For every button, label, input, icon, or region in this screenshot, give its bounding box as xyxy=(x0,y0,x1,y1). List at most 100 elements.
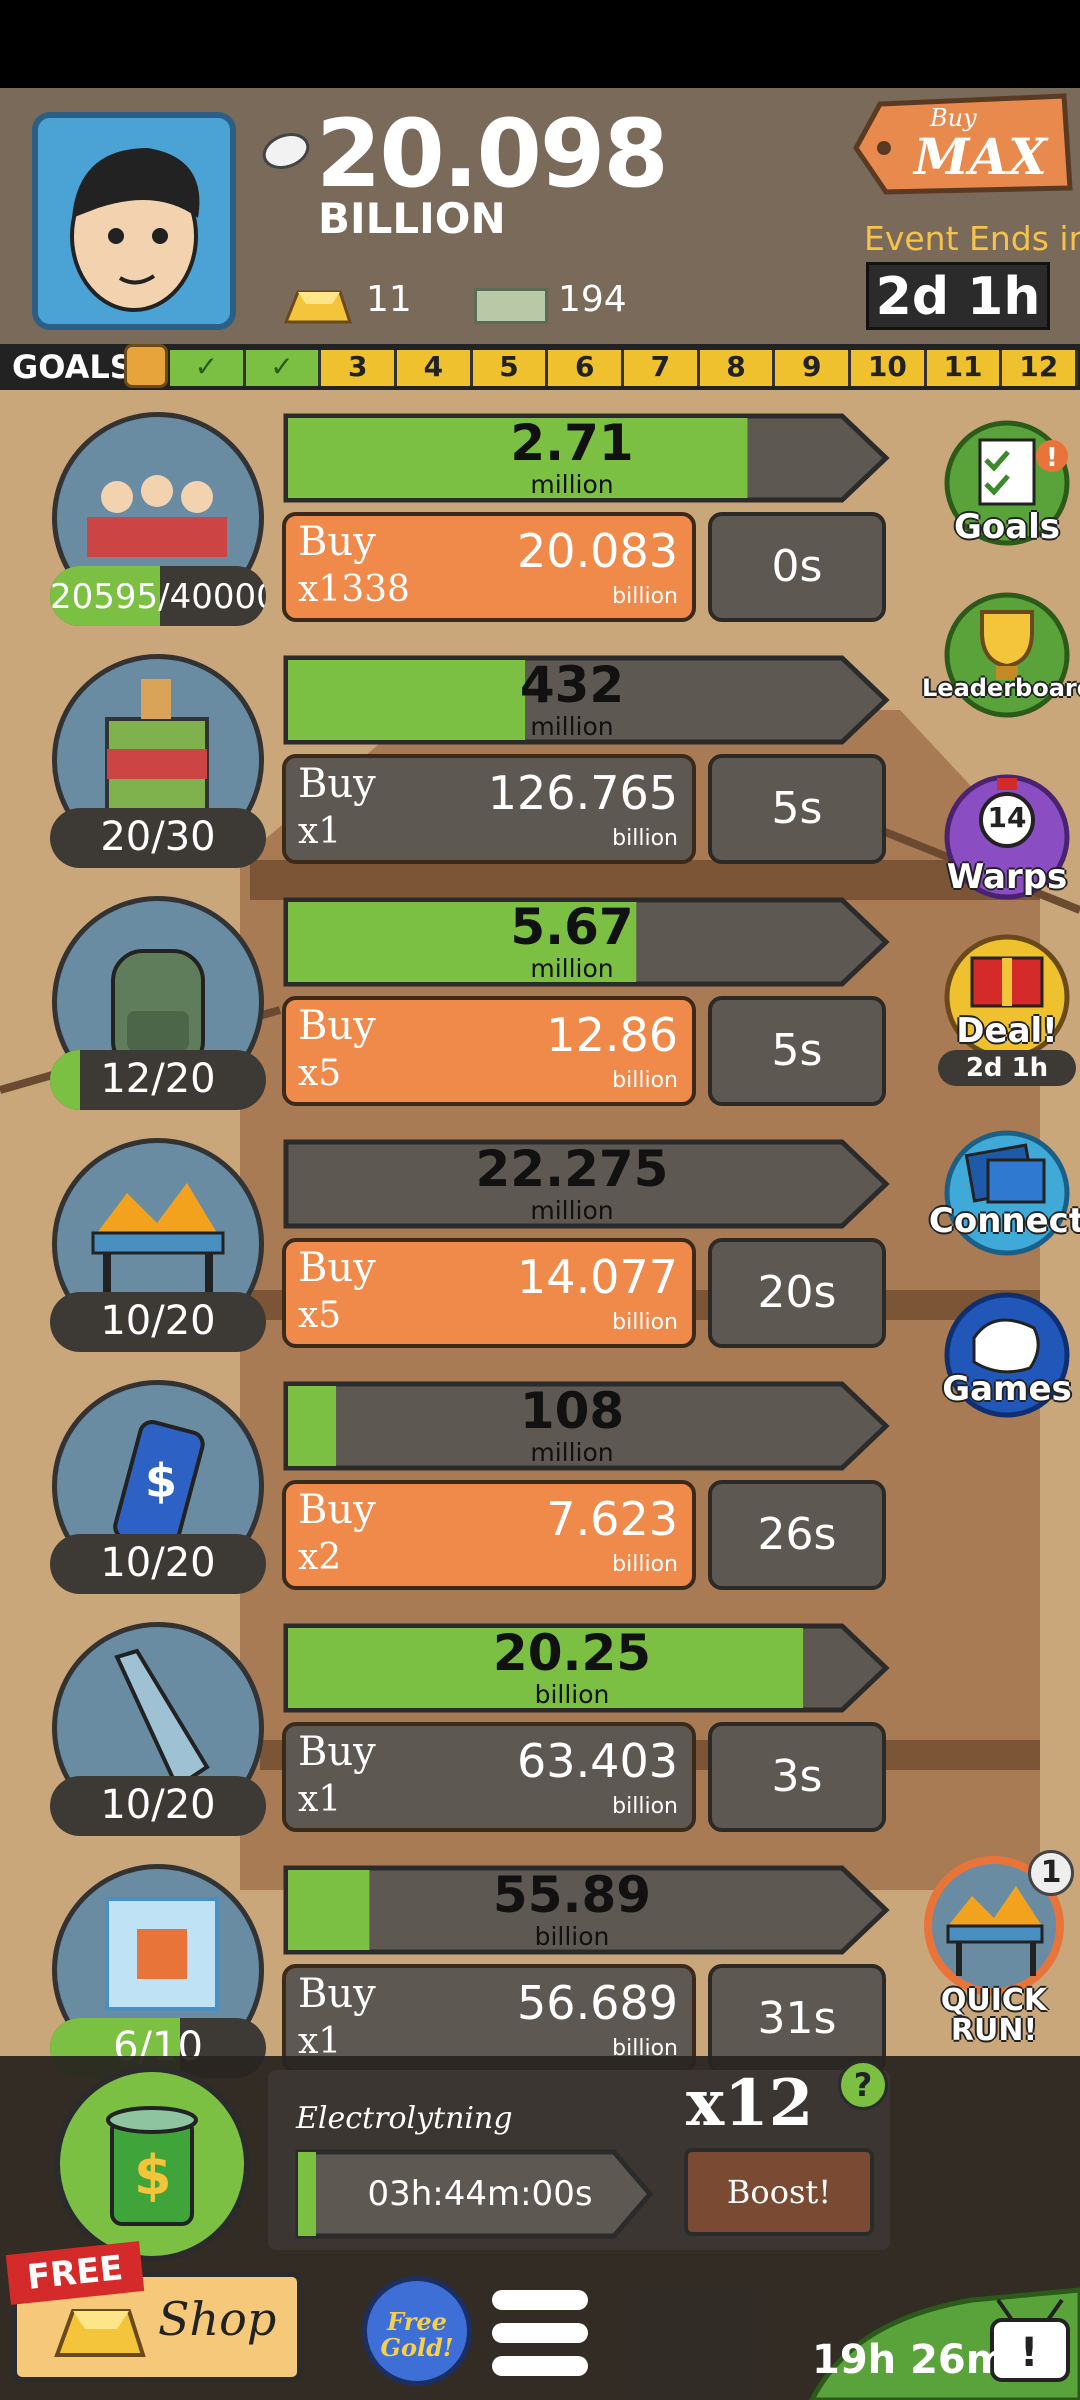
buy-price: 126.765 xyxy=(487,766,678,820)
income-progress-bar: 5.67 million xyxy=(282,896,892,988)
cycle-time: 3s xyxy=(708,1722,886,1832)
cash-bill-icon xyxy=(474,288,548,324)
status-bar xyxy=(0,0,1080,88)
free-gold-button[interactable]: Free Gold! xyxy=(362,2276,472,2386)
buy-button[interactable]: Buy x5 14.077 billion xyxy=(282,1238,696,1348)
goal-step-11: 11 xyxy=(926,350,1003,386)
income-unit: million xyxy=(530,712,614,741)
deal-timer: 2d 1h xyxy=(938,1050,1076,1086)
boost-button[interactable]: Boost! xyxy=(684,2148,874,2236)
warps-button[interactable]: 14 Warps xyxy=(940,770,1074,904)
games-label: Games xyxy=(942,1369,1072,1409)
buy-price-unit: billion xyxy=(612,1310,678,1335)
income-value: 108 xyxy=(519,1382,625,1440)
goals-track: ✓ ✓ 3 4 5 6 7 8 9 10 11 12 xyxy=(170,350,1079,386)
income-progress-bar: 22.275 million xyxy=(282,1138,892,1230)
event-ends-label: Event Ends in: xyxy=(864,219,1080,258)
avatar[interactable] xyxy=(32,112,236,330)
buy-multiplier: x1338 xyxy=(298,569,410,610)
svg-text:$: $ xyxy=(134,2144,172,2207)
buy-multiplier: x2 xyxy=(298,1537,342,1578)
event-timer: 2d 1h xyxy=(866,262,1050,330)
goal-step-2: ✓ xyxy=(245,350,322,386)
buy-label: Buy xyxy=(298,1003,376,1049)
boost-name: Electrolytning xyxy=(296,2101,513,2136)
buy-price: 12.86 xyxy=(546,1008,678,1062)
buy-multiplier: x5 xyxy=(298,1053,342,1094)
unit-count: 10/20 xyxy=(50,1776,266,1836)
income-progress-bar: 108 million xyxy=(282,1380,892,1472)
goals-side-label: Goals xyxy=(953,507,1061,547)
goal-step-1: ✓ xyxy=(170,350,246,386)
player-portrait-icon xyxy=(38,118,230,324)
income-progress-bar: 432 million xyxy=(282,654,892,746)
income-unit: million xyxy=(530,1196,614,1225)
unit-count: 10/20 xyxy=(50,1292,266,1352)
buy-price-unit: billion xyxy=(612,1794,678,1819)
buy-button[interactable]: Buy x5 12.86 billion xyxy=(282,996,696,1106)
buy-label: Buy xyxy=(298,1729,376,1775)
warps-count: 14 xyxy=(987,801,1027,834)
income-progress-bar: 2.71 million xyxy=(282,412,892,504)
buy-price-unit: billion xyxy=(612,826,678,851)
hamburger-menu-icon[interactable] xyxy=(492,2290,588,2376)
buy-price-unit: billion xyxy=(612,1552,678,1577)
cycle-time: 26s xyxy=(708,1480,886,1590)
unit-count: 10/20 xyxy=(50,1534,266,1594)
goal-step-12: 12 xyxy=(1002,350,1079,386)
unit-count: 12/20 xyxy=(50,1050,266,1110)
buy-multiplier: x1 xyxy=(298,2021,342,2062)
goal-step-10: 10 xyxy=(851,350,927,386)
svg-text:!: ! xyxy=(1020,2330,1038,2376)
boost-timer: 03h:44m:00s xyxy=(367,2174,593,2214)
buy-label: Buy xyxy=(298,519,376,565)
buy-price: 7.623 xyxy=(546,1492,678,1546)
cycle-time: 20s xyxy=(708,1238,886,1348)
leaderboard-button[interactable]: Leaderboard xyxy=(922,588,1080,722)
help-icon[interactable]: ? xyxy=(838,2060,888,2110)
unit-count: 20595/40000 xyxy=(50,566,266,626)
buy-price: 14.077 xyxy=(517,1250,678,1304)
income-unit: billion xyxy=(534,1680,610,1709)
manager-trash-can-icon[interactable]: $ xyxy=(54,2066,250,2262)
leaderboard-label: Leaderboard xyxy=(922,674,1080,702)
buy-label: Buy xyxy=(298,1245,376,1291)
income-unit: million xyxy=(530,470,614,499)
gold-count: 11 xyxy=(366,279,412,320)
income-unit: billion xyxy=(534,1922,610,1951)
income-value: 55.89 xyxy=(492,1866,652,1924)
tv-timer: 19h 26m xyxy=(812,2337,1008,2383)
income-value: 5.67 xyxy=(510,898,634,956)
svg-text:$: $ xyxy=(145,1454,177,1508)
connect-button[interactable]: Connect xyxy=(929,1126,1080,1260)
buy-max-button[interactable]: Buy MAX xyxy=(850,92,1074,196)
buy-button[interactable]: Buy x1 63.403 billion xyxy=(282,1722,696,1832)
goals-side-button[interactable]: ! Goals xyxy=(940,416,1074,550)
svg-text:!: ! xyxy=(1046,443,1058,473)
income-unit: million xyxy=(530,954,614,983)
buy-price-unit: billion xyxy=(612,1068,678,1093)
buy-multiplier: x5 xyxy=(298,1295,342,1336)
deal-button[interactable]: Deal! 2d 1h xyxy=(938,930,1076,1086)
shop-label: Shop xyxy=(158,2292,277,2346)
buy-price: 63.403 xyxy=(517,1734,678,1788)
games-button[interactable]: Games xyxy=(940,1288,1074,1422)
quick-run-badge: 1 xyxy=(1028,1850,1074,1896)
buy-button[interactable]: Buy x2 7.623 billion xyxy=(282,1480,696,1590)
income-value: 2.71 xyxy=(510,414,634,472)
boost-multiplier: x12 xyxy=(686,2066,814,2141)
gold-bar-icon xyxy=(283,290,352,324)
buy-price: 56.689 xyxy=(517,1976,678,2030)
income-value: 22.275 xyxy=(475,1140,669,1198)
buy-button[interactable]: Buy x1 126.765 billion xyxy=(282,754,696,864)
buy-label: Buy xyxy=(298,1487,376,1533)
buy-multiplier: x1 xyxy=(298,1779,342,1820)
income-value: 432 xyxy=(519,656,625,714)
goals-label: GOALS xyxy=(12,348,133,386)
deal-label: Deal! xyxy=(956,1011,1058,1051)
connect-label: Connect xyxy=(928,1201,1080,1241)
goal-step-7: 7 xyxy=(624,350,700,386)
goal-step-8: 8 xyxy=(699,350,776,386)
buy-label: Buy xyxy=(298,1971,376,2017)
buy-button[interactable]: Buy x1338 20.083 billion xyxy=(282,512,696,622)
